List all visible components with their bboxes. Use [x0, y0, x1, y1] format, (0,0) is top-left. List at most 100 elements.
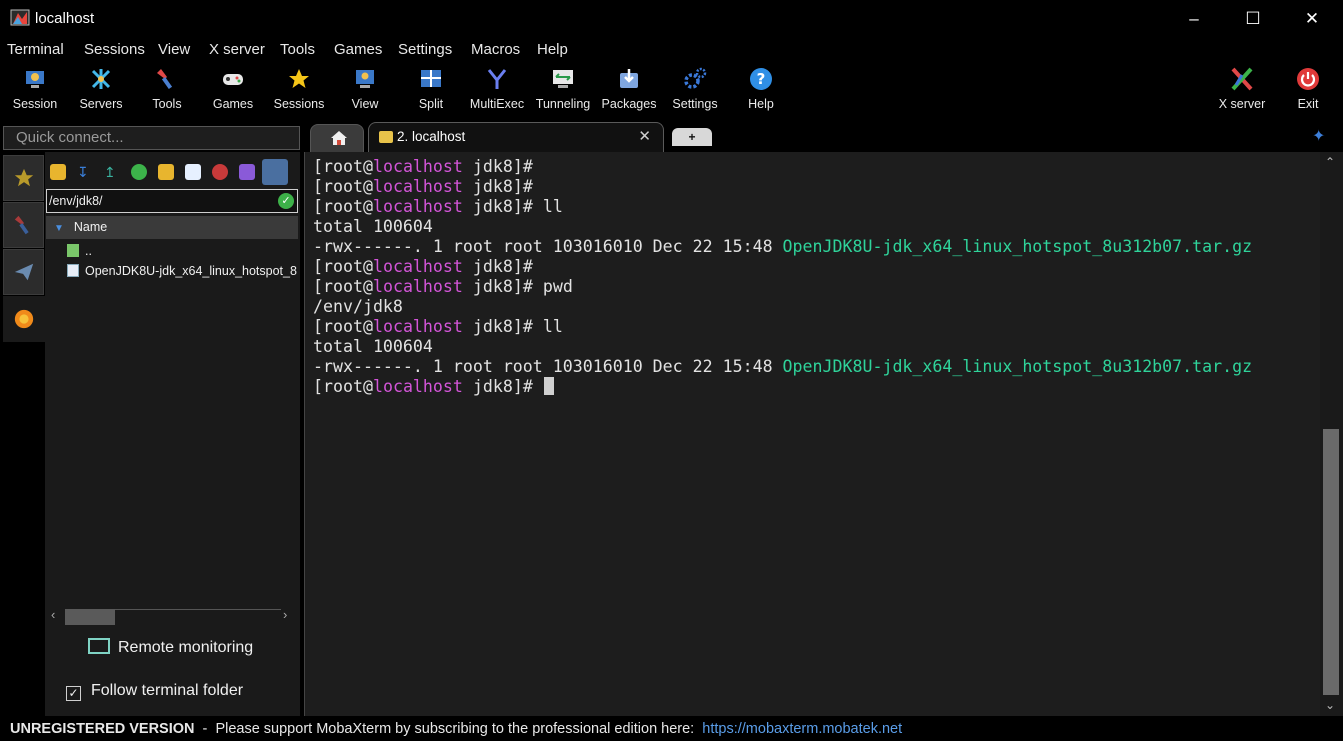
tunneling-label: Tunneling	[535, 97, 591, 111]
star-icon	[14, 168, 33, 187]
prompt-dir: jdk8	[472, 277, 513, 296]
tools-button[interactable]: Tools	[134, 62, 200, 118]
file-listing-text: -rwx------. 1 root root 103016010 Dec 22…	[313, 357, 783, 376]
session-button[interactable]: Session	[2, 62, 68, 118]
tab-home[interactable]	[310, 124, 364, 152]
checkbox-checked-icon: ✓	[66, 686, 81, 701]
terminal-line: [root@localhost jdk8]# ll	[313, 197, 563, 216]
sftp-path-input[interactable]: /env/jdk8/ ✓	[46, 189, 298, 213]
tools-icon	[14, 215, 29, 235]
sidetab-tools[interactable]	[3, 202, 44, 248]
remote-monitoring-button[interactable]: Remote monitoring	[88, 638, 253, 657]
split-button[interactable]: Split	[398, 62, 464, 118]
menu-tools[interactable]: Tools	[280, 41, 315, 58]
prompt-host: localhost	[372, 377, 463, 396]
games-icon	[223, 74, 243, 85]
x-server-button[interactable]: X server	[1209, 62, 1275, 118]
prompt-user: root	[323, 157, 363, 176]
scroll-right-icon[interactable]: ›	[283, 607, 287, 622]
session-label: Session	[12, 97, 58, 111]
file-listing-text: -rwx------. 1 root root 103016010 Dec 22…	[313, 237, 783, 256]
path-ok-icon[interactable]: ✓	[278, 193, 294, 209]
sidetab-sessions[interactable]	[3, 155, 44, 201]
scroll-down-icon[interactable]: ⌄	[1325, 698, 1335, 712]
sidetab-macros[interactable]	[3, 249, 44, 295]
tab-localhost-label: 2. localhost	[397, 129, 466, 144]
terminal-line: -rwx------. 1 root root 103016010 Dec 22…	[313, 357, 1320, 377]
file-listing-name: OpenJDK8U-jdk_x64_linux_hotspot_8u312b07…	[782, 357, 1253, 376]
help-button[interactable]: ? Help	[728, 62, 794, 118]
maximize-icon[interactable]: ☐	[1224, 0, 1282, 38]
tunneling-button[interactable]: Tunneling	[530, 62, 596, 118]
view-label: View	[351, 97, 379, 111]
games-button[interactable]: Games	[200, 62, 266, 118]
menu-view[interactable]: View	[158, 41, 190, 58]
menu-terminal[interactable]: Terminal	[7, 41, 64, 58]
terminal-output[interactable]: [root@localhost jdk8]# [root@localhost j…	[304, 152, 1320, 716]
refresh-icon[interactable]	[131, 164, 147, 180]
sessions-button[interactable]: Sessions	[266, 62, 332, 118]
servers-button[interactable]: Servers	[68, 62, 134, 118]
tab-localhost[interactable]: 2. localhost ✕	[368, 122, 664, 152]
multiexec-label: MultiExec	[469, 97, 525, 111]
exit-button[interactable]: Exit	[1275, 62, 1341, 118]
menu-macros[interactable]: Macros	[471, 41, 520, 58]
view-button[interactable]: View	[332, 62, 398, 118]
attachment-icon[interactable]: ✦	[1312, 126, 1325, 146]
new-folder-icon[interactable]	[158, 164, 174, 180]
menu-help[interactable]: Help	[537, 41, 568, 58]
close-icon[interactable]: ✕	[1283, 0, 1341, 38]
settings-button[interactable]: Settings	[662, 62, 728, 118]
sftp-icon	[14, 309, 34, 329]
scroll-up-icon[interactable]: ⌃	[1325, 155, 1335, 169]
terminal-tab-icon	[379, 131, 393, 143]
menu-x-server[interactable]: X server	[209, 41, 265, 58]
packages-button[interactable]: Packages	[596, 62, 662, 118]
tunneling-icon	[553, 70, 573, 88]
follow-terminal-folder-checkbox[interactable]: ✓ Follow terminal folder	[66, 682, 243, 701]
settings-label: Settings	[672, 97, 718, 111]
view-toggle-icon[interactable]	[262, 159, 288, 185]
minimize-icon[interactable]: –	[1165, 0, 1223, 38]
scroll-thumb[interactable]	[1323, 429, 1339, 695]
terminal-line: [root@localhost jdk8]#	[313, 377, 1320, 397]
exit-label: Exit	[1297, 97, 1319, 111]
tab-close-icon[interactable]: ✕	[638, 127, 651, 145]
servers-label: Servers	[79, 97, 123, 111]
terminal-line: total 100604	[313, 217, 433, 236]
download-icon[interactable]: ↧	[77, 164, 93, 180]
column-header-name[interactable]: ▼ Name	[46, 216, 298, 239]
command-text: ll	[532, 317, 563, 336]
scroll-left-icon[interactable]: ‹	[51, 607, 55, 622]
scroll-thumb[interactable]	[65, 609, 115, 625]
menu-settings[interactable]: Settings	[398, 41, 452, 58]
window-title: localhost	[35, 10, 95, 27]
parent-folder-icon	[67, 244, 79, 257]
terminal-vertical-scrollbar[interactable]: ⌃ ⌄	[1320, 152, 1343, 716]
new-file-icon[interactable]	[185, 164, 201, 180]
multiexec-button[interactable]: MultiExec	[464, 62, 530, 118]
new-tab-button[interactable]: +	[672, 128, 712, 146]
file-row[interactable]: OpenJDK8U-jdk_x64_linux_hotspot_8	[67, 264, 297, 278]
file-row[interactable]: ..	[67, 244, 92, 258]
quick-connect-input[interactable]: Quick connect...	[3, 126, 300, 150]
parent-folder-icon[interactable]	[50, 164, 66, 180]
prompt-dir: jdk8	[472, 197, 513, 216]
mobatek-link[interactable]: https://mobaxterm.mobatek.net	[702, 721, 902, 737]
sftp-horizontal-scrollbar[interactable]: ‹ ›	[51, 607, 295, 625]
upload-icon[interactable]: ↥	[104, 164, 120, 180]
rename-icon[interactable]	[239, 164, 255, 180]
exit-icon	[1297, 68, 1319, 90]
terminal-line: [root@localhost jdk8]#	[313, 257, 533, 276]
settings-icon	[684, 67, 707, 89]
prompt-host: localhost	[372, 317, 463, 336]
sidetab-sftp[interactable]	[3, 296, 45, 342]
sftp-toolbar: ↧ ↥	[45, 156, 300, 186]
terminal-line: -rwx------. 1 root root 103016010 Dec 22…	[313, 237, 1320, 257]
prompt-user: root	[323, 257, 363, 276]
delete-icon[interactable]	[212, 164, 228, 180]
prompt-user: root	[323, 197, 363, 216]
status-bar: UNREGISTERED VERSION - Please support Mo…	[0, 716, 1343, 741]
menu-games[interactable]: Games	[334, 41, 382, 58]
menu-sessions[interactable]: Sessions	[84, 41, 145, 58]
